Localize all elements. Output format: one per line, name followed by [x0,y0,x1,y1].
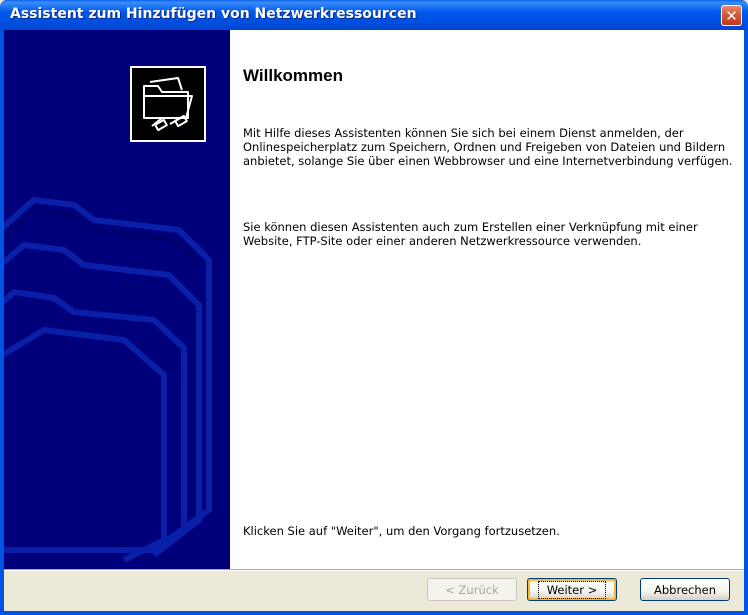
title-bar[interactable]: Assistent zum Hinzufügen von Netzwerkres… [0,0,748,30]
wizard-client-area: Willkommen Mit Hilfe dieses Assistenten … [4,30,744,611]
wizard-window: Assistent zum Hinzufügen von Netzwerkres… [0,0,748,615]
continue-instruction: Klicken Sie auf "Weiter", um den Vorgang… [243,524,560,538]
intro-paragraph: Mit Hilfe dieses Assistenten können Sie … [243,126,733,168]
next-button-label: Weiter > [537,580,607,599]
network-folder-icon [130,66,206,142]
back-button-label: < Zurück [445,582,499,597]
back-button[interactable]: < Zurück [427,578,517,601]
page-title: Willkommen [243,66,343,85]
shortcut-paragraph: Sie können diesen Assistenten auch zum E… [243,220,698,248]
next-button[interactable]: Weiter > [527,578,617,601]
close-icon: ✕ [725,6,738,25]
window-title: Assistent zum Hinzufügen von Netzwerkres… [10,6,417,22]
wizard-content: Willkommen Mit Hilfe dieses Assistenten … [230,30,744,569]
close-button[interactable]: ✕ [721,5,742,26]
cancel-button-label: Abbrechen [654,582,716,597]
wizard-side-panel [4,30,230,569]
cancel-button[interactable]: Abbrechen [640,578,730,601]
button-bar: < Zurück Weiter > Abbrechen [4,571,744,611]
